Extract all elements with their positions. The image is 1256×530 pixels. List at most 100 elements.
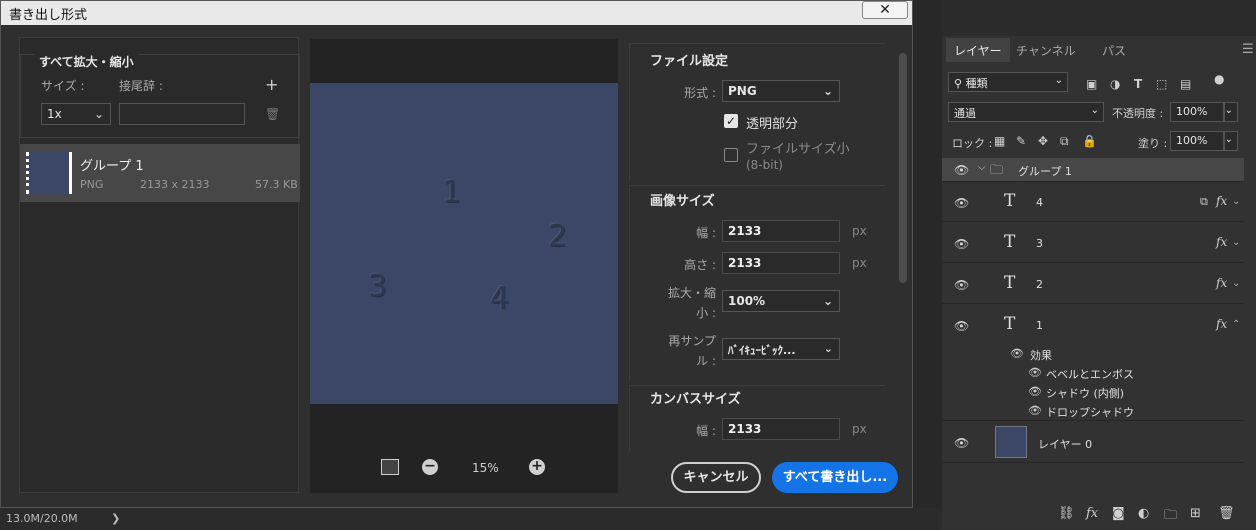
fill-input[interactable]: 100% bbox=[1170, 131, 1224, 151]
cancel-button[interactable]: キャンセル bbox=[671, 462, 761, 493]
fx-icon[interactable]: fx bbox=[1086, 506, 1098, 521]
lock-artboard-icon[interactable]: ⧉ bbox=[1060, 134, 1069, 149]
lock-all-icon[interactable]: 🔒 bbox=[1082, 134, 1097, 148]
trash-icon[interactable]: 🗑 bbox=[265, 107, 280, 121]
export-all-button[interactable]: すべて書き出し... bbox=[772, 462, 898, 493]
eye-icon[interactable]: 👁 bbox=[954, 237, 969, 251]
panel-menu-icon[interactable]: ☰ bbox=[1242, 42, 1254, 57]
type-layer-icon: T bbox=[1004, 314, 1016, 334]
close-button[interactable]: ✕ bbox=[862, 1, 908, 19]
width-input[interactable]: 2133 bbox=[722, 220, 840, 242]
lock-position-icon[interactable]: ✥ bbox=[1038, 134, 1048, 148]
memory-readout: 13.0M/20.0M bbox=[6, 512, 78, 525]
eye-icon[interactable]: 👁 bbox=[954, 163, 969, 177]
filter-toggle-icon[interactable]: ● bbox=[1214, 72, 1224, 86]
panel-header bbox=[942, 0, 1256, 36]
layer-row[interactable]: 👁 レイヤー 0 bbox=[942, 421, 1244, 463]
link-icon[interactable]: ⛓ bbox=[1058, 506, 1075, 521]
resample-select[interactable]: ﾊﾞｲｷｭｰﾋﾞｯｸ... ⌄ bbox=[722, 338, 840, 360]
preview-number-1: 1 bbox=[442, 175, 462, 210]
export-as-dialog: 書き出し形式 ✕ すべて拡大・縮小 サイズ : 接尾辞 : + 1x ⌄ 🗑 グ… bbox=[0, 0, 913, 508]
chevron-up-icon[interactable]: ⌃ bbox=[1232, 319, 1240, 330]
panel-tabs: レイヤー チャンネル パス bbox=[946, 38, 1252, 62]
workspace-strip bbox=[913, 0, 942, 530]
asset-row[interactable]: グループ 1 PNG 2133 x 2133 57.3 KB bbox=[20, 144, 300, 202]
layer-row[interactable]: 👁 T 3 fx ⌄ bbox=[942, 223, 1244, 263]
preview-canvas[interactable]: 1 2 3 4 bbox=[310, 83, 618, 404]
scale-select[interactable]: 100% ⌄ bbox=[722, 290, 840, 312]
canvas-width-input[interactable]: 2133 bbox=[722, 418, 840, 440]
size-select[interactable]: 1x ⌄ bbox=[41, 103, 111, 125]
smaller-file-checkbox[interactable] bbox=[724, 148, 738, 162]
status-menu-arrow[interactable]: ❯ bbox=[111, 512, 120, 525]
zoom-bar: − 15% + bbox=[310, 457, 618, 483]
new-layer-icon[interactable]: ⊞ bbox=[1190, 506, 1201, 521]
folder-icon[interactable]: 🗀 bbox=[1164, 506, 1177, 528]
tab-layers[interactable]: レイヤー bbox=[946, 38, 1010, 62]
eye-icon[interactable]: 👁 bbox=[1010, 347, 1024, 360]
suffix-input[interactable] bbox=[119, 103, 245, 125]
scrollbar-thumb[interactable] bbox=[899, 53, 907, 283]
filter-kind-select[interactable]: ⚲ 種類 ⌄ bbox=[948, 72, 1068, 92]
tab-paths[interactable]: パス bbox=[1094, 38, 1134, 62]
file-settings-section: ファイル設定 形式 : PNG ⌄ ✓ 透明部分 ファイルサイズ小 (8-bit… bbox=[629, 43, 885, 181]
dialog-titlebar: 書き出し形式 ✕ bbox=[1, 1, 912, 25]
trash-icon[interactable]: 🗑 bbox=[1218, 506, 1235, 521]
lock-pixels-icon[interactable]: ✎ bbox=[1016, 134, 1026, 148]
eye-icon[interactable]: 👁 bbox=[1028, 366, 1042, 379]
opacity-input[interactable]: 100% bbox=[1170, 102, 1224, 122]
transparency-toggle-icon[interactable] bbox=[381, 459, 399, 475]
eye-icon[interactable]: 👁 bbox=[1028, 404, 1042, 417]
settings-scrollbar[interactable] bbox=[897, 39, 909, 451]
eye-icon[interactable]: 👁 bbox=[954, 436, 969, 450]
blend-mode-select[interactable]: 通過 ⌄ bbox=[948, 102, 1104, 122]
effect-item: ドロップシャドウ bbox=[1046, 406, 1134, 419]
fx-icon[interactable]: fx bbox=[1216, 194, 1227, 208]
shape-filter-icon[interactable]: ⬚ bbox=[1156, 77, 1167, 91]
height-input[interactable]: 2133 bbox=[722, 252, 840, 274]
tab-channels[interactable]: チャンネル bbox=[1008, 38, 1084, 62]
layer-row-expanded[interactable]: 👁 T 1 fx ⌃ 👁 効果 👁 ベベルとエンボス 👁 シャドウ (内側) 👁… bbox=[942, 305, 1244, 421]
eye-icon[interactable]: 👁 bbox=[954, 196, 969, 210]
effect-item: ベベルとエンボス bbox=[1046, 368, 1134, 381]
scale-all-section: すべて拡大・縮小 サイズ : 接尾辞 : + 1x ⌄ 🗑 bbox=[20, 53, 300, 138]
chevron-down-icon[interactable]: ⌄ bbox=[1232, 196, 1240, 207]
zoom-in-button[interactable]: + bbox=[529, 459, 545, 475]
opacity-value: 100% bbox=[1176, 105, 1208, 118]
adjustment-filter-icon[interactable]: ◑ bbox=[1110, 77, 1120, 91]
layer-name: 1 bbox=[1036, 319, 1043, 332]
type-layer-icon: T bbox=[1004, 273, 1016, 293]
chevron-down-icon[interactable]: ⌄ bbox=[1232, 278, 1240, 289]
type-filter-icon[interactable]: T bbox=[1134, 77, 1142, 91]
layer-group-row[interactable]: 👁 ⌵ 🗀 グループ 1 bbox=[942, 158, 1244, 182]
chevron-down-icon[interactable]: ⌄ bbox=[1232, 237, 1240, 248]
opacity-dropdown[interactable]: ⌄ bbox=[1224, 102, 1238, 122]
eye-icon[interactable]: 👁 bbox=[954, 319, 969, 333]
add-scale-button[interactable]: + bbox=[265, 75, 278, 94]
smaller-file-label: ファイルサイズ小 bbox=[746, 142, 850, 157]
eye-icon[interactable]: 👁 bbox=[954, 278, 969, 292]
folder-icon: 🗀 bbox=[990, 163, 1004, 178]
fill-dropdown[interactable]: ⌄ bbox=[1224, 131, 1238, 151]
lock-label: ロック : bbox=[952, 137, 993, 150]
pixel-filter-icon[interactable]: ▣ bbox=[1086, 77, 1097, 91]
layer-row[interactable]: 👁 T 2 fx ⌄ bbox=[942, 264, 1244, 304]
width-unit: px bbox=[852, 224, 867, 238]
image-size-title: 画像サイズ bbox=[650, 194, 715, 209]
group-name: グループ 1 bbox=[1018, 165, 1072, 178]
zoom-out-button[interactable]: − bbox=[422, 459, 438, 475]
fx-icon[interactable]: fx bbox=[1216, 235, 1227, 249]
lock-transparent-icon[interactable]: ▦ bbox=[994, 134, 1005, 148]
chevron-down-icon[interactable]: ⌵ bbox=[978, 162, 986, 173]
adjustment-icon[interactable]: ◐ bbox=[1138, 506, 1149, 521]
transparency-checkbox[interactable]: ✓ bbox=[724, 114, 738, 128]
format-label: 形式 : bbox=[684, 86, 716, 100]
fx-icon[interactable]: fx bbox=[1216, 317, 1227, 331]
format-select[interactable]: PNG ⌄ bbox=[722, 80, 840, 102]
fx-icon[interactable]: fx bbox=[1216, 276, 1227, 290]
mask-icon[interactable]: ◙ bbox=[1112, 506, 1125, 521]
smart-object-filter-icon[interactable]: ▤ bbox=[1180, 77, 1191, 91]
effect-item: シャドウ (内側) bbox=[1046, 387, 1125, 400]
layer-row[interactable]: 👁 T 4 ⧉ fx ⌄ bbox=[942, 182, 1244, 222]
eye-icon[interactable]: 👁 bbox=[1028, 385, 1042, 398]
